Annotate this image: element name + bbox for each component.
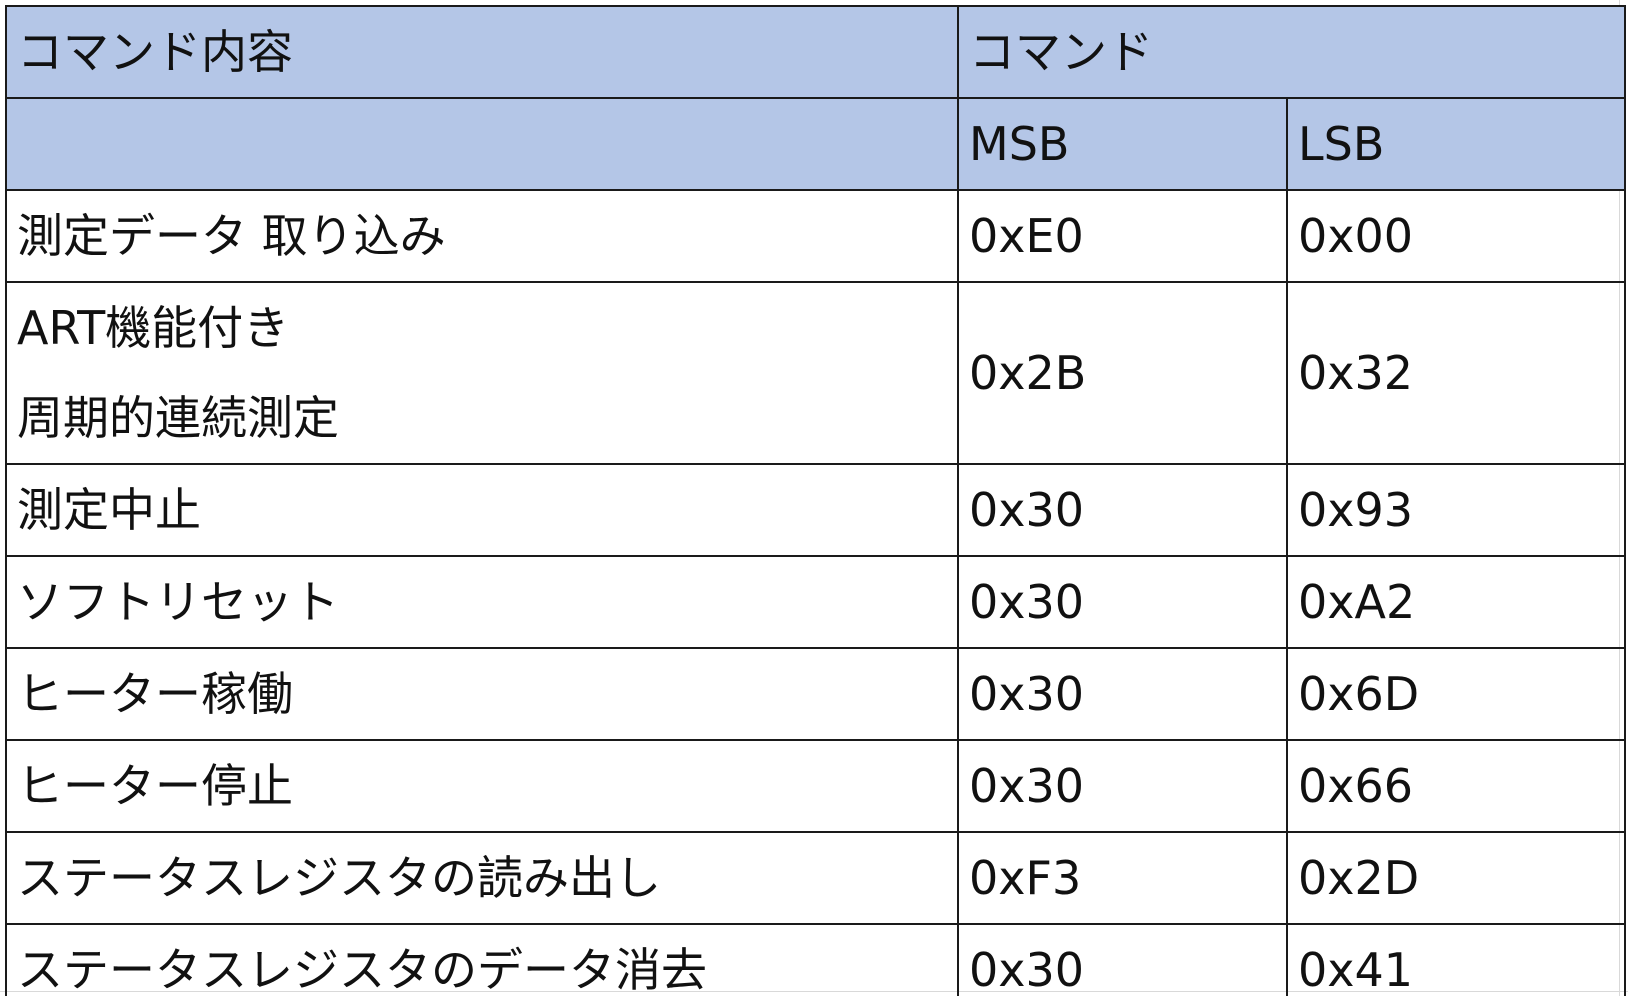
cell-content[interactable]: ステータスレジスタの読み出し [5,831,959,925]
command-table: コマンド内容 コマンド MSB LSB 測定データ 取り込み 0xE0 0x00… [5,5,1626,996]
cell-msb[interactable]: 0x30 [957,739,1288,833]
header-msb[interactable]: MSB [957,97,1288,191]
cell-lsb[interactable]: 0x41 [1286,923,1626,996]
header-lsb[interactable]: LSB [1286,97,1626,191]
cell-lsb[interactable]: 0x6D [1286,647,1626,741]
cell-lsb[interactable]: 0x32 [1286,281,1626,465]
cell-content[interactable]: ヒーター稼働 [5,647,959,741]
table-row: 測定中止 0x30 0x93 [5,463,1626,557]
table-row: ヒーター稼働 0x30 0x6D [5,647,1626,741]
cell-lsb[interactable]: 0x66 [1286,739,1626,833]
table-row: ソフトリセット 0x30 0xA2 [5,555,1626,649]
cell-msb[interactable]: 0x30 [957,555,1288,649]
cell-content[interactable]: ソフトリセット [5,555,959,649]
cell-lsb[interactable]: 0x93 [1286,463,1626,557]
cell-lsb[interactable]: 0x2D [1286,831,1626,925]
cell-content[interactable]: ART機能付き 周期的連続測定 [5,281,959,465]
cell-msb[interactable]: 0xF3 [957,831,1288,925]
table-row: ヒーター停止 0x30 0x66 [5,739,1626,833]
cell-msb[interactable]: 0xE0 [957,189,1288,283]
header-command[interactable]: コマンド [957,5,1626,99]
header-empty[interactable] [5,97,959,191]
cell-lsb[interactable]: 0xA2 [1286,555,1626,649]
cell-content[interactable]: 測定データ 取り込み [5,189,959,283]
cell-msb[interactable]: 0x30 [957,647,1288,741]
cell-content[interactable]: ヒーター停止 [5,739,959,833]
cell-msb[interactable]: 0x30 [957,463,1288,557]
header-row-2: MSB LSB [5,97,1626,191]
header-content[interactable]: コマンド内容 [5,5,959,99]
table-row: 測定データ 取り込み 0xE0 0x00 [5,189,1626,283]
table-row: ステータスレジスタのデータ消去 0x30 0x41 [5,923,1626,996]
header-row-1: コマンド内容 コマンド [5,5,1626,99]
cell-msb[interactable]: 0x2B [957,281,1288,465]
cell-content[interactable]: ステータスレジスタのデータ消去 [5,923,959,996]
table-row: ART機能付き 周期的連続測定 0x2B 0x32 [5,281,1626,465]
cell-lsb[interactable]: 0x00 [1286,189,1626,283]
cell-msb[interactable]: 0x30 [957,923,1288,996]
table-row: ステータスレジスタの読み出し 0xF3 0x2D [5,831,1626,925]
cell-content[interactable]: 測定中止 [5,463,959,557]
